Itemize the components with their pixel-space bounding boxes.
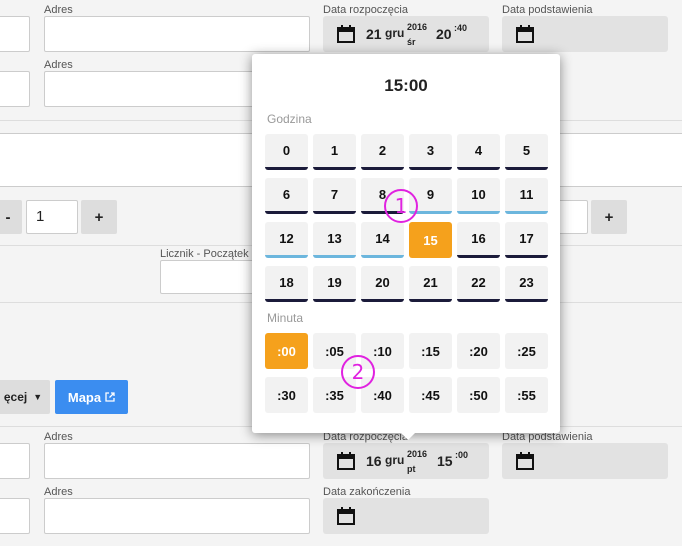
minute-option-15[interactable]: :15 bbox=[409, 333, 452, 369]
hour-option-14[interactable]: 14 bbox=[361, 222, 404, 258]
minute-option-30[interactable]: :30 bbox=[265, 377, 308, 413]
start-date-year: 2016 bbox=[407, 449, 428, 459]
hour-option-15[interactable]: 15 bbox=[409, 222, 452, 258]
map-button-label: Mapa bbox=[67, 389, 102, 405]
map-button[interactable]: Mapa bbox=[55, 380, 128, 414]
address-label: Adres bbox=[44, 431, 73, 443]
end-date-field[interactable] bbox=[323, 498, 489, 534]
address-input-left-3[interactable] bbox=[0, 443, 30, 479]
hour-option-7[interactable]: 7 bbox=[313, 178, 356, 214]
start-date-month: gru bbox=[385, 26, 405, 40]
hour-option-20[interactable]: 20 bbox=[361, 266, 404, 302]
hour-option-4[interactable]: 4 bbox=[457, 134, 500, 170]
calendar-icon bbox=[516, 25, 534, 43]
hour-option-16[interactable]: 16 bbox=[457, 222, 500, 258]
minute-option-00[interactable]: :00 bbox=[265, 333, 308, 369]
calendar-icon bbox=[516, 452, 534, 470]
stepper-input[interactable]: 1 bbox=[26, 200, 78, 234]
hour-option-5[interactable]: 5 bbox=[505, 134, 548, 170]
address-input[interactable] bbox=[44, 443, 310, 479]
end-date-label: Data zakończenia bbox=[323, 486, 411, 498]
hour-option-6[interactable]: 6 bbox=[265, 178, 308, 214]
start-date-day: 21 bbox=[366, 26, 382, 42]
hour-option-18[interactable]: 18 bbox=[265, 266, 308, 302]
start-date-day: 16 bbox=[366, 453, 382, 469]
minute-option-45[interactable]: :45 bbox=[409, 377, 452, 413]
start-date-hour: 15 bbox=[437, 453, 453, 469]
minute-option-25[interactable]: :25 bbox=[505, 333, 548, 369]
hour-option-0[interactable]: 0 bbox=[265, 134, 308, 170]
hour-option-10[interactable]: 10 bbox=[457, 178, 500, 214]
address-input-left-4[interactable] bbox=[0, 498, 30, 534]
hour-option-23[interactable]: 23 bbox=[505, 266, 548, 302]
hour-option-12[interactable]: 12 bbox=[265, 222, 308, 258]
substitution-date-label: Data podstawienia bbox=[502, 4, 593, 16]
start-date-field-active[interactable]: 16 gru 2016 pt 15 :00 bbox=[323, 443, 489, 479]
time-picker-popover: 15:00 Godzina 0 1 2 3 4 5 6 7 8 9 10 11 12 13 14 15 16 17… bbox=[252, 54, 560, 440]
address-label: Adres bbox=[44, 486, 73, 498]
minute-section-label: Minuta bbox=[267, 311, 304, 325]
hour-option-21[interactable]: 21 bbox=[409, 266, 452, 302]
hour-option-22[interactable]: 22 bbox=[457, 266, 500, 302]
address-input-left-1[interactable] bbox=[0, 16, 30, 52]
caret-down-icon: ▼ bbox=[33, 392, 43, 402]
start-date-weekday: pt bbox=[407, 464, 416, 474]
minute-option-55[interactable]: :55 bbox=[505, 377, 548, 413]
hour-option-11[interactable]: 11 bbox=[505, 178, 548, 214]
external-link-icon bbox=[105, 392, 115, 402]
hour-option-13[interactable]: 13 bbox=[313, 222, 356, 258]
substitution-date-field[interactable] bbox=[502, 443, 668, 479]
start-date-minute: :40 bbox=[454, 23, 468, 33]
calendar-icon bbox=[337, 507, 355, 525]
address-label: Adres bbox=[44, 4, 73, 16]
start-date-weekday: śr bbox=[407, 37, 416, 47]
popover-arrow bbox=[400, 432, 416, 440]
time-picker-title: 15:00 bbox=[384, 76, 428, 95]
more-button[interactable]: ęcej ▼ bbox=[0, 380, 50, 414]
calendar-icon bbox=[337, 452, 355, 470]
calendar-icon bbox=[337, 25, 355, 43]
address-input[interactable] bbox=[44, 16, 310, 52]
stepper-value: 1 bbox=[36, 208, 45, 225]
start-date-label: Data rozpoczęcia bbox=[323, 4, 408, 16]
counter-label: Licznik - Początek bbox=[160, 248, 249, 260]
hour-option-2[interactable]: 2 bbox=[361, 134, 404, 170]
more-button-label: ęcej bbox=[3, 390, 28, 404]
start-date-year: 2016 bbox=[407, 22, 428, 32]
hour-section-label: Godzina bbox=[267, 112, 312, 126]
stepper-plus-button[interactable]: + bbox=[81, 200, 117, 234]
address-input[interactable] bbox=[44, 498, 310, 534]
address-input-left-2[interactable] bbox=[0, 71, 30, 107]
start-date-minute: :00 bbox=[455, 450, 469, 460]
annotation-marker-1: 1 bbox=[384, 189, 418, 223]
substitution-date-field[interactable] bbox=[502, 16, 668, 52]
hour-option-17[interactable]: 17 bbox=[505, 222, 548, 258]
start-date-hour: 20 bbox=[436, 26, 452, 42]
stepper-minus-button[interactable]: - bbox=[0, 200, 22, 234]
start-date-field[interactable]: 21 gru 2016 śr 20 :40 bbox=[323, 16, 489, 52]
hour-option-3[interactable]: 3 bbox=[409, 134, 452, 170]
annotation-marker-2: 2 bbox=[341, 355, 375, 389]
hour-option-19[interactable]: 19 bbox=[313, 266, 356, 302]
hour-option-1[interactable]: 1 bbox=[313, 134, 356, 170]
stepper2-plus-button[interactable]: + bbox=[591, 200, 627, 234]
minute-option-50[interactable]: :50 bbox=[457, 377, 500, 413]
minute-option-20[interactable]: :20 bbox=[457, 333, 500, 369]
address-label: Adres bbox=[44, 59, 73, 71]
start-date-month: gru bbox=[385, 453, 405, 467]
